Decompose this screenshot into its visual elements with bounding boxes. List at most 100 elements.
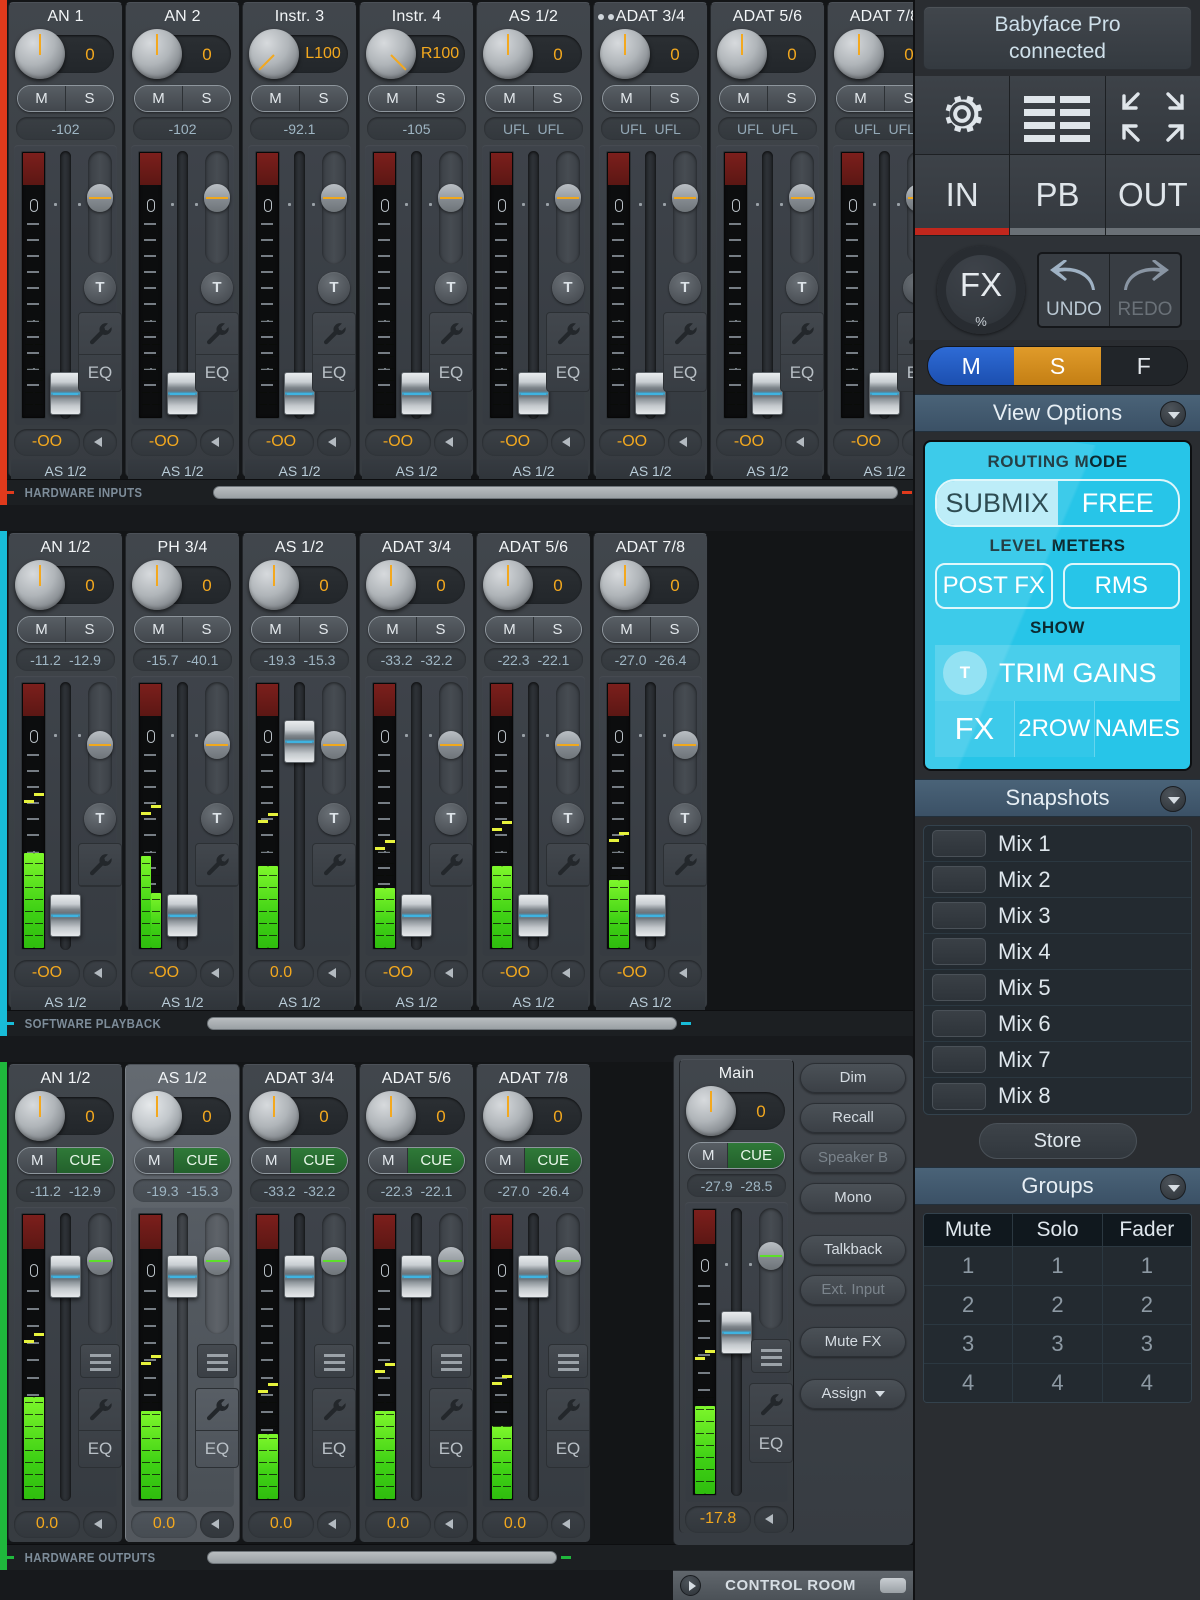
pan-control[interactable]: 0 (132, 1091, 233, 1143)
volume-fader[interactable] (635, 682, 666, 950)
pan-knob[interactable] (600, 560, 650, 610)
volume-fader-handle[interactable] (401, 894, 432, 937)
eq-button[interactable]: EQ (547, 355, 589, 391)
solo-button[interactable]: S (300, 86, 347, 111)
gain-stepper-button[interactable] (317, 429, 351, 456)
gain-stepper-button[interactable] (434, 960, 468, 987)
snapshot-swatch[interactable] (932, 974, 986, 1001)
global-solo-button[interactable]: S (1014, 347, 1101, 385)
routing-mode-free[interactable]: FREE (1058, 481, 1179, 525)
trim-slider-handle[interactable] (672, 184, 698, 212)
pan-control[interactable]: 0 (132, 560, 233, 612)
row-scrollbar[interactable]: HARDWARE INPUTS (0, 479, 913, 505)
pan-control[interactable]: 0 (15, 29, 116, 81)
mute-button[interactable]: M (486, 617, 534, 642)
settings-wrench-button[interactable] (313, 844, 355, 886)
group-cell[interactable]: 4 (1102, 1364, 1191, 1402)
gain-stepper-button[interactable] (754, 1506, 788, 1533)
trim-slider[interactable] (672, 151, 698, 264)
fullscreen-button[interactable] (1105, 76, 1200, 154)
cue-button[interactable]: CUE (408, 1148, 464, 1173)
cue-button[interactable]: CUE (728, 1143, 784, 1168)
show-trim-gains-row[interactable]: T TRIM GAINS (935, 645, 1180, 701)
control-room-mute-fx-button[interactable]: Mute FX (800, 1327, 906, 1357)
volume-fader[interactable] (167, 682, 198, 950)
gain-value[interactable]: -OO (365, 960, 431, 987)
volume-fader-handle[interactable] (167, 372, 198, 415)
trim-slider[interactable] (204, 151, 230, 264)
solo-button[interactable]: S (534, 617, 581, 642)
trim-slider-handle[interactable] (204, 731, 230, 759)
volume-fader-handle[interactable] (401, 372, 432, 415)
control-room-mono-button[interactable]: Mono (800, 1183, 906, 1213)
mute-button[interactable]: M (720, 86, 768, 111)
trim-toggle-button[interactable]: T (786, 272, 818, 304)
mute-button[interactable]: M (18, 617, 66, 642)
eq-button[interactable]: EQ (313, 355, 355, 391)
channel-strip[interactable]: ADAT 3/4 0 MS UFL UFL T EQ -OO AS 1/2 (593, 2, 708, 484)
trim-slider-handle[interactable] (87, 184, 113, 212)
settings-wrench-button[interactable] (750, 1384, 792, 1426)
settings-wrench-button[interactable] (430, 313, 472, 355)
trim-toggle-button[interactable]: T (318, 272, 350, 304)
pan-control[interactable]: 0 (132, 29, 233, 81)
gain-value[interactable]: -OO (131, 429, 197, 456)
channel-strip[interactable]: AS 1/2 0 MS UFL UFL T EQ -OO AS 1/2 (476, 2, 591, 484)
gain-stepper-button[interactable] (551, 429, 585, 456)
chevron-down-icon[interactable] (1160, 786, 1186, 812)
volume-fader-handle[interactable] (284, 1255, 315, 1298)
trim-slider[interactable] (555, 1213, 581, 1334)
volume-fader-handle[interactable] (752, 372, 783, 415)
show-names-button[interactable]: NAMES (1095, 701, 1180, 757)
pan-control[interactable]: 0 (686, 1086, 787, 1138)
pan-control[interactable]: 0 (366, 560, 467, 612)
mute-button[interactable]: M (252, 1148, 292, 1173)
level-meters-postfx-button[interactable]: POST FX (935, 563, 1053, 609)
trim-slider-handle[interactable] (555, 184, 581, 212)
channel-strip[interactable]: ADAT 3/4 0 M CUE -33.2 -32.2 EQ 0.0 (242, 1064, 357, 1542)
group-cell[interactable]: 1 (924, 1247, 1014, 1285)
channel-menu-button[interactable] (751, 1339, 791, 1373)
trim-slider[interactable] (204, 682, 230, 795)
settings-wrench-button[interactable] (196, 1389, 238, 1431)
volume-fader[interactable] (50, 682, 81, 950)
settings-wrench-button[interactable] (781, 313, 823, 355)
level-meters-rms-button[interactable]: RMS (1062, 563, 1180, 609)
pan-control[interactable]: 0 (366, 1091, 467, 1143)
mute-button[interactable]: M (369, 86, 417, 111)
trim-slider[interactable] (87, 682, 113, 795)
volume-fader[interactable] (167, 151, 198, 419)
group-cell[interactable]: 1 (1102, 1247, 1191, 1285)
trim-slider-handle[interactable] (555, 1247, 581, 1275)
snapshot-item[interactable]: Mix 3 (924, 898, 1191, 934)
gain-value[interactable]: -OO (131, 960, 197, 987)
gain-stepper-button[interactable] (434, 1511, 468, 1538)
gain-stepper-button[interactable] (551, 1511, 585, 1538)
group-cell[interactable]: 2 (1102, 1286, 1191, 1324)
pan-knob[interactable] (249, 560, 299, 610)
volume-fader[interactable] (284, 1213, 315, 1501)
snapshots-header[interactable]: Snapshots (915, 779, 1200, 817)
show-fx-button[interactable]: FX (935, 701, 1015, 757)
gain-value[interactable]: -OO (248, 429, 314, 456)
eq-button[interactable]: EQ (79, 1431, 121, 1467)
gain-stepper-button[interactable] (317, 1511, 351, 1538)
gain-value[interactable]: -OO (716, 429, 782, 456)
gain-value[interactable]: -OO (14, 429, 80, 456)
solo-button[interactable]: S (417, 86, 464, 111)
gain-value[interactable]: -OO (482, 960, 548, 987)
settings-wrench-button[interactable] (313, 1389, 355, 1431)
snapshot-item[interactable]: Mix 7 (924, 1042, 1191, 1078)
volume-fader[interactable] (635, 151, 666, 419)
gain-stepper-button[interactable] (668, 960, 702, 987)
snapshot-swatch[interactable] (932, 938, 986, 965)
gain-stepper-button[interactable] (83, 429, 117, 456)
volume-fader[interactable] (401, 682, 432, 950)
gain-stepper-button[interactable] (200, 429, 234, 456)
gain-value[interactable]: 0.0 (14, 1511, 80, 1538)
eq-button[interactable]: EQ (664, 355, 706, 391)
channel-strip[interactable]: AN 1 0 MS -102 T EQ -OO AS 1/2 (8, 2, 123, 484)
mute-button[interactable]: M (135, 86, 183, 111)
control-room-talkback-button[interactable]: Talkback (800, 1235, 906, 1265)
volume-fader[interactable] (167, 1213, 198, 1501)
